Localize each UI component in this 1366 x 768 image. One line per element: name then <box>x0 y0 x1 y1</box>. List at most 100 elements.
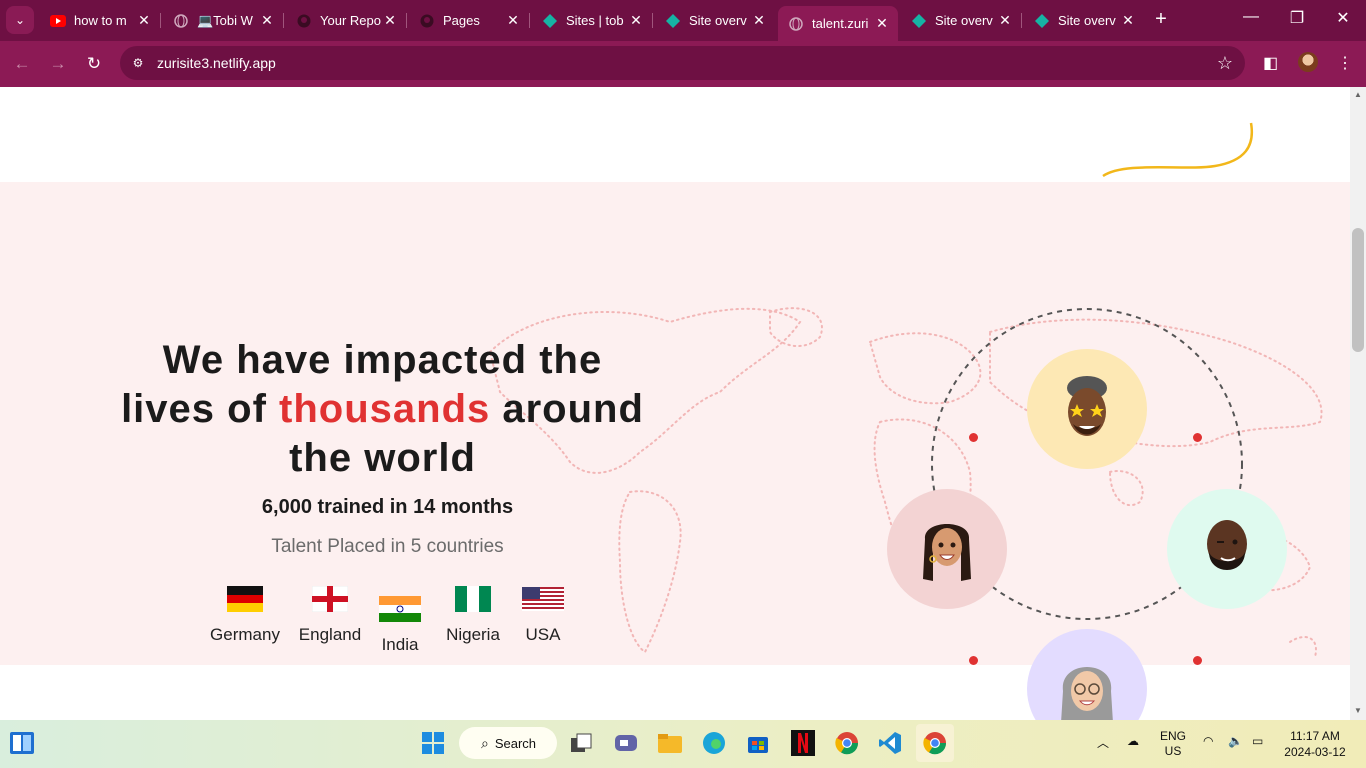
decorative-squiggle <box>1102 122 1254 178</box>
country-name: USA <box>525 625 561 644</box>
close-icon[interactable]: ✕ <box>874 15 890 32</box>
language-indicator[interactable]: ENG US <box>1160 729 1186 759</box>
site-info-icon[interactable]: ⚙ <box>130 55 146 71</box>
task-view-button[interactable] <box>568 730 594 756</box>
store-icon <box>748 737 768 753</box>
globe-icon <box>173 13 189 29</box>
close-icon[interactable]: ✕ <box>997 12 1013 29</box>
region-code: US <box>1164 744 1182 758</box>
tray-overflow-button[interactable]: ︿ <box>1097 734 1109 751</box>
close-icon[interactable]: ✕ <box>1120 12 1136 29</box>
tab-0[interactable]: how to m ✕ <box>40 6 160 35</box>
germany-flag-icon <box>227 586 263 612</box>
more-vert-icon: ⋮ <box>1337 55 1353 72</box>
scroll-down-icon[interactable]: ▼ <box>1352 706 1364 715</box>
teams-button[interactable] <box>613 730 639 756</box>
volume-button[interactable]: 🔈 <box>1228 734 1243 748</box>
wifi-icon: ◠ <box>1203 734 1214 748</box>
bookmark-star-icon[interactable]: ☆ <box>1217 53 1233 74</box>
country-india: India <box>375 596 425 655</box>
wifi-button[interactable]: ◠ <box>1203 734 1213 748</box>
battery-button[interactable]: ▭ <box>1252 734 1263 748</box>
tab-title: Your Repo <box>320 13 381 28</box>
edge-button[interactable] <box>701 730 727 756</box>
netflix-button[interactable] <box>790 730 816 756</box>
chevron-down-icon: ⌄ <box>14 13 26 27</box>
memoji-avatar-top <box>1027 349 1147 469</box>
chrome-button[interactable] <box>834 730 860 756</box>
start-button[interactable] <box>420 730 446 756</box>
close-icon[interactable]: ✕ <box>382 12 398 29</box>
tab-strip: ⌄ how to m ✕ 💻Tobi W ✕ Your Repo ✕ Pages… <box>0 0 1366 41</box>
close-icon[interactable]: ✕ <box>505 12 521 29</box>
menu-button[interactable]: ⋮ <box>1337 53 1353 73</box>
new-tab-button[interactable]: + <box>1150 8 1172 30</box>
browser-toolbar: ← → ↻ ⚙ zurisite3.netlify.app ☆ ◧ ⋮ <box>0 41 1366 87</box>
tab-title: talent.zuri <box>812 16 869 31</box>
side-panel-button[interactable]: ◧ <box>1263 53 1278 73</box>
back-button[interactable]: ← <box>11 53 33 75</box>
tab-1[interactable]: 💻Tobi W ✕ <box>163 6 283 35</box>
store-button[interactable] <box>745 730 771 756</box>
url-text[interactable]: zurisite3.netlify.app <box>157 55 276 71</box>
england-flag-icon <box>311 585 349 613</box>
tab-7[interactable]: Site overv ✕ <box>901 6 1021 35</box>
arrow-left-icon: ← <box>13 54 31 73</box>
reload-icon: ↻ <box>86 54 102 73</box>
tab-4[interactable]: Sites | tob ✕ <box>532 6 652 35</box>
scroll-up-icon[interactable]: ▲ <box>1352 90 1364 99</box>
tab-separator <box>529 13 530 28</box>
clock-time: 11:17 AM <box>1290 729 1340 743</box>
plus-icon: + <box>1155 7 1167 30</box>
vscode-button[interactable] <box>877 730 903 756</box>
reload-button[interactable]: ↻ <box>83 53 105 75</box>
tab-title: Site overv <box>689 13 747 28</box>
taskbar-search[interactable]: ⌕ Search <box>459 727 557 759</box>
orbit-dot <box>969 433 978 442</box>
tab-title: Site overv <box>1058 13 1116 28</box>
page-scrollbar[interactable] <box>1350 87 1366 720</box>
tab-separator <box>160 13 161 28</box>
task-view-icon <box>571 733 592 752</box>
tab-separator <box>1021 13 1022 28</box>
forward-button[interactable]: → <box>47 53 69 75</box>
close-icon[interactable]: ✕ <box>259 12 275 29</box>
country-name: Germany <box>210 625 280 644</box>
tab-2[interactable]: Your Repo ✕ <box>286 6 406 35</box>
close-icon[interactable]: ✕ <box>136 12 152 29</box>
tab-6-active[interactable]: talent.zuri ✕ <box>778 6 898 41</box>
minimize-icon: — <box>1243 8 1259 25</box>
netlify-icon <box>1034 13 1050 29</box>
chevron-up-icon: ︿ <box>1097 736 1110 750</box>
netlify-icon <box>911 13 927 29</box>
restore-icon: ❐ <box>1289 10 1305 27</box>
github-icon <box>419 13 435 29</box>
speaker-icon: 🔈 <box>1228 734 1243 748</box>
india-flag-icon <box>379 596 421 622</box>
restore-button[interactable]: ❐ <box>1282 8 1312 28</box>
widgets-button[interactable] <box>9 730 35 756</box>
usa-flag-icon <box>522 587 564 611</box>
memoji-avatar-left <box>887 489 1007 609</box>
tab-5[interactable]: Site overv ✕ <box>655 6 775 35</box>
tab-8[interactable]: Site overv ✕ <box>1024 6 1144 35</box>
country-germany: Germany <box>208 586 282 645</box>
taskbar-clock[interactable]: 11:17 AM 2024-03-12 <box>1280 728 1350 760</box>
file-explorer-button[interactable] <box>657 730 683 756</box>
country-england: England <box>296 585 364 645</box>
minimize-button[interactable]: — <box>1236 8 1266 26</box>
tab-title: Site overv <box>935 13 993 28</box>
tab-3[interactable]: Pages ✕ <box>409 6 529 35</box>
close-icon[interactable]: ✕ <box>628 12 644 29</box>
address-bar[interactable]: ⚙ zurisite3.netlify.app ☆ <box>120 46 1245 80</box>
scrollbar-thumb[interactable] <box>1352 228 1364 352</box>
chrome-icon <box>835 732 859 755</box>
onedrive-button[interactable]: ☁ <box>1127 734 1139 748</box>
github-icon <box>296 13 312 29</box>
close-icon[interactable]: ✕ <box>751 12 767 29</box>
close-window-button[interactable]: ✕ <box>1328 8 1358 28</box>
profile-avatar[interactable] <box>1298 52 1318 72</box>
vscode-icon <box>879 732 901 754</box>
tab-search-button[interactable]: ⌄ <box>6 6 34 34</box>
chrome-active-button[interactable] <box>916 724 954 762</box>
